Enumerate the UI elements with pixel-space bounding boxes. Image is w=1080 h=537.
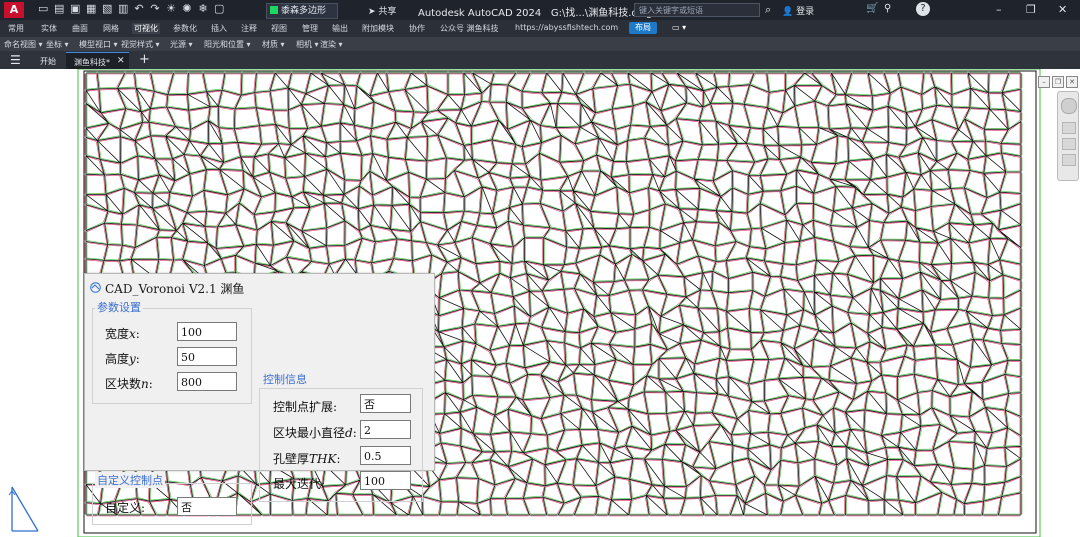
- document-tab-label: 渊鱼科技*: [74, 58, 110, 67]
- bulb-icon[interactable]: ☀: [166, 3, 176, 15]
- panel-lights[interactable]: 光源 ▾: [170, 39, 193, 50]
- custom-label: 自定义:: [105, 501, 146, 515]
- menu-icon[interactable]: ☰: [10, 53, 21, 67]
- panel-coordinates[interactable]: 坐标 ▾: [46, 39, 69, 50]
- cart-icon[interactable]: 🛒: [866, 3, 878, 14]
- tab-website[interactable]: https://abyssfishtech.com: [515, 23, 618, 32]
- maximize-button[interactable]: ❐: [1026, 3, 1036, 16]
- panel-render[interactable]: 渲染 ▾: [320, 39, 343, 50]
- custom-group-title: 自定义控制点: [95, 472, 165, 488]
- layer-name: 黍森多边形: [281, 6, 327, 16]
- lock-icon[interactable]: ▢: [214, 3, 224, 15]
- voronoi-dialog: CAD_Voronoi V2.1 渊鱼 参数设置 宽度x: 100 高度y: 5…: [84, 273, 435, 525]
- tab-start[interactable]: 开始: [40, 56, 56, 67]
- tab-output[interactable]: 输出: [332, 23, 348, 34]
- tab-document[interactable]: 渊鱼科技* ✕: [66, 52, 129, 70]
- panel-visual-styles[interactable]: 视觉样式 ▾: [121, 39, 160, 50]
- tab-surface[interactable]: 曲面: [72, 23, 88, 34]
- share-button[interactable]: ➤ 共享: [368, 4, 396, 17]
- dialog-title: CAD_Voronoi V2.1 渊鱼: [105, 282, 245, 296]
- redo-icon[interactable]: ↷: [150, 3, 160, 15]
- expand-input[interactable]: 否: [360, 394, 411, 413]
- panel-named-views[interactable]: 命名视图 ▾: [4, 39, 43, 50]
- viewport-controls: – ❐ ✕: [1036, 76, 1080, 90]
- params-group-title: 参数设置: [95, 299, 143, 315]
- plot-icon[interactable]: ▥: [118, 3, 128, 15]
- search-input[interactable]: 键入关键字或短语: [634, 3, 760, 17]
- count-input[interactable]: 800: [177, 372, 237, 391]
- ucs-icon: [8, 486, 39, 532]
- tab-solid[interactable]: 实体: [41, 23, 57, 34]
- min-diameter-input[interactable]: 2: [360, 420, 411, 439]
- width-label: 宽度x:: [105, 327, 140, 341]
- width-input[interactable]: 100: [177, 322, 237, 341]
- panel-camera[interactable]: 相机 ▾: [296, 39, 319, 50]
- viewport-close-icon[interactable]: ✕: [1066, 76, 1078, 88]
- user-icon: 👤: [782, 7, 797, 17]
- thickness-label: 孔壁厚THK:: [273, 452, 341, 466]
- ribbon-toggle-icon[interactable]: ▭ ▾: [672, 23, 692, 33]
- save-as-icon[interactable]: ▦: [86, 3, 96, 15]
- height-label: 高度y:: [105, 352, 140, 366]
- layout-button[interactable]: 布局: [629, 22, 657, 34]
- tab-view[interactable]: 视图: [271, 23, 287, 34]
- close-tab-icon[interactable]: ✕: [117, 56, 125, 66]
- tab-visualize[interactable]: 可视化: [132, 23, 160, 34]
- control-group-title: 控制信息: [261, 371, 309, 387]
- web-open-icon[interactable]: ▧: [102, 3, 112, 15]
- close-button[interactable]: ✕: [1058, 3, 1067, 16]
- navigation-bar: [1057, 91, 1079, 181]
- autocad-logo-icon[interactable]: A: [4, 2, 24, 18]
- tab-parametric[interactable]: 参数化: [173, 23, 197, 34]
- layer-dropdown[interactable]: 黍森多边形: [266, 3, 338, 19]
- expand-label: 控制点扩展:: [273, 400, 338, 414]
- open-file-icon[interactable]: ▤: [54, 3, 64, 15]
- search-icon[interactable]: ⌕: [765, 3, 771, 17]
- tab-insert[interactable]: 插入: [211, 23, 227, 34]
- panel-model-viewports[interactable]: 模型视口 ▾: [79, 39, 118, 50]
- tab-mesh[interactable]: 网格: [103, 23, 119, 34]
- viewport-restore-icon[interactable]: ❐: [1052, 76, 1064, 88]
- viewport-minimize-icon[interactable]: –: [1038, 76, 1050, 88]
- max-iterations-input[interactable]: 100: [360, 471, 411, 490]
- thickness-input[interactable]: 0.5: [360, 446, 411, 465]
- tab-annotate[interactable]: 注释: [241, 23, 257, 34]
- window-title: Autodesk AutoCAD 2024 G:\找...\渊鱼科技.dwg: [418, 8, 653, 19]
- network-icon[interactable]: ⚲: [884, 3, 891, 14]
- undo-icon[interactable]: ↶: [134, 3, 144, 15]
- tab-home[interactable]: 常用: [8, 23, 24, 34]
- layer-color-swatch: [270, 6, 278, 14]
- freeze-icon[interactable]: ❄: [198, 3, 208, 15]
- sun-icon[interactable]: ✺: [182, 3, 192, 15]
- zoom-icon[interactable]: [1062, 138, 1076, 150]
- tab-addins[interactable]: 附加模块: [362, 23, 394, 34]
- panel-materials[interactable]: 材质 ▾: [262, 39, 285, 50]
- tab-manage[interactable]: 管理: [302, 23, 318, 34]
- max-iterations-label: 最大迭代:: [273, 477, 326, 491]
- save-icon[interactable]: ▣: [70, 3, 80, 15]
- new-file-icon[interactable]: ▭: [38, 3, 48, 15]
- minimize-button[interactable]: –: [996, 3, 1002, 16]
- orbit-icon[interactable]: [1062, 154, 1076, 166]
- tab-wechat[interactable]: 公众号 渊鱼科技: [440, 23, 499, 34]
- panel-sun-location[interactable]: 阳光和位置 ▾: [204, 39, 251, 50]
- help-icon[interactable]: ?: [916, 2, 930, 16]
- quick-access-toolbar: ▭ ▤ ▣ ▦ ▧ ▥ ↶ ↷ ☀ ✺ ❄ ▢: [38, 3, 224, 15]
- title-bar: A ▭ ▤ ▣ ▦ ▧ ▥ ↶ ↷ ☀ ✺ ❄ ▢ 黍森多边形 ➤ 共享 Aut…: [0, 0, 1080, 20]
- tab-collaborate[interactable]: 协作: [409, 23, 425, 34]
- steering-wheel-icon[interactable]: [1061, 98, 1077, 114]
- panel-bar: 命名视图 ▾ 坐标 ▾ 模型视口 ▾ 视觉样式 ▾ 光源 ▾ 阳光和位置 ▾ 材…: [0, 37, 1080, 51]
- height-input[interactable]: 50: [177, 347, 237, 366]
- ribbon-tabs: 常用 实体 曲面 网格 可视化 参数化 插入 注释 视图 管理 输出 附加模块 …: [0, 20, 1080, 37]
- pan-icon[interactable]: [1062, 122, 1076, 134]
- count-label: 区块数n:: [105, 377, 153, 391]
- new-tab-button[interactable]: +: [139, 52, 150, 67]
- share-icon: ➤: [368, 7, 379, 17]
- login-button[interactable]: 👤 登录: [782, 4, 814, 17]
- app-icon: [90, 282, 101, 293]
- document-tabs: ☰ 开始 渊鱼科技* ✕ +: [0, 51, 1080, 70]
- custom-input[interactable]: 否: [177, 497, 237, 516]
- min-diameter-label: 区块最小直径d:: [273, 426, 357, 440]
